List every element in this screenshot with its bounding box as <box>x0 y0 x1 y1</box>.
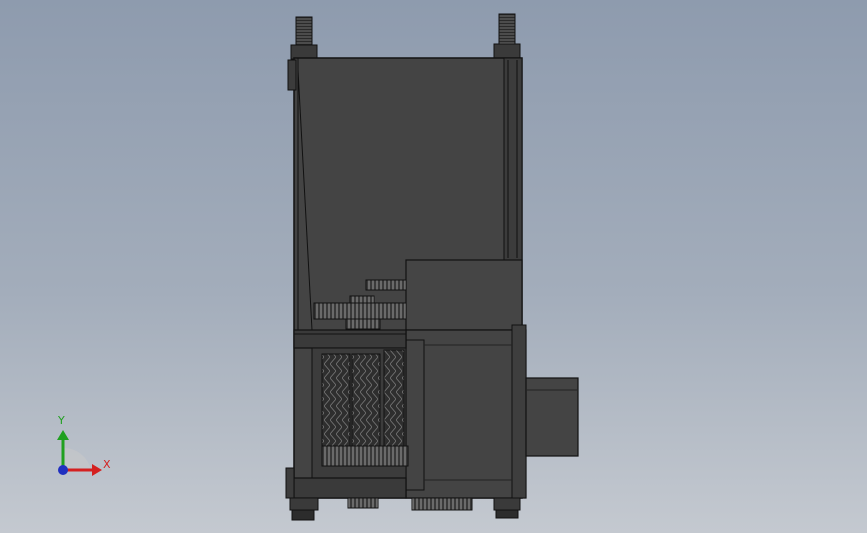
model-view[interactable] <box>0 0 867 533</box>
top-left-stud <box>290 16 318 60</box>
y-axis-label: Y <box>58 414 65 427</box>
orientation-triad[interactable] <box>57 430 102 476</box>
side-block[interactable] <box>403 259 527 499</box>
divider-plate <box>293 329 407 349</box>
graphics-viewport[interactable]: Y X <box>0 0 867 533</box>
top-right-stud <box>493 13 521 60</box>
x-axis-label: X <box>103 458 111 471</box>
output-shaft[interactable] <box>525 377 579 457</box>
